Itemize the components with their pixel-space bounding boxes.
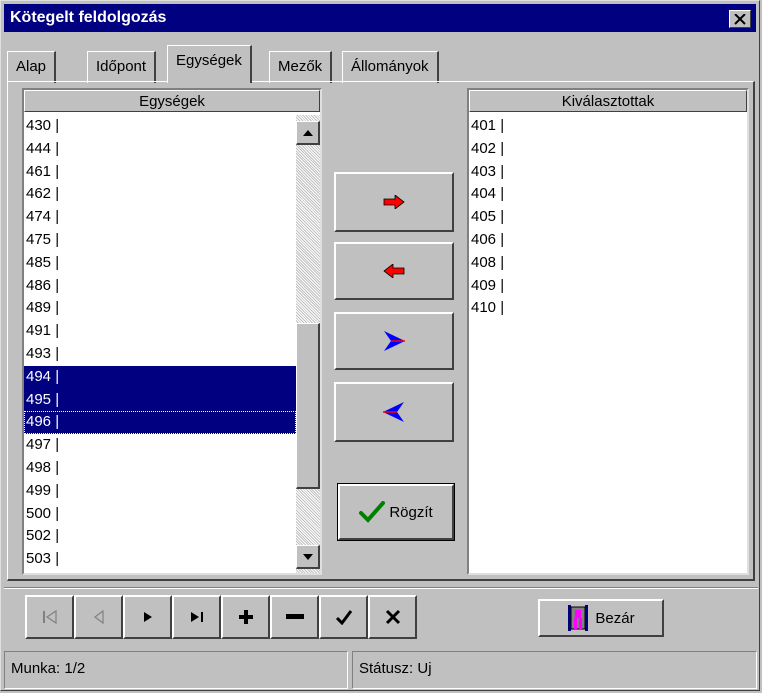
list-item[interactable]: 474 |	[24, 206, 296, 229]
arrow-right-red-icon	[383, 195, 405, 209]
vertical-scrollbar[interactable]	[296, 115, 320, 573]
insert-record-button[interactable]	[221, 595, 270, 639]
status-work: Munka: 1/2	[4, 651, 348, 689]
list-item[interactable]: 498 |	[24, 457, 296, 480]
last-record-button[interactable]	[172, 595, 221, 639]
list-item[interactable]: 403 |	[469, 161, 745, 184]
list-item[interactable]: 404 |	[469, 183, 745, 206]
arrow-left-red-icon	[383, 264, 405, 278]
arrow-down-icon	[302, 553, 313, 560]
add-all-button[interactable]	[334, 312, 454, 370]
tab-label: Állományok	[351, 58, 429, 75]
list-item[interactable]: 401 |	[469, 115, 745, 138]
first-record-button[interactable]	[25, 595, 74, 639]
list-item[interactable]: 496 |	[24, 411, 296, 435]
list-item[interactable]: 475 |	[24, 229, 296, 252]
selected-units-list[interactable]: Kiválasztottak 401 | 402 | 403 | 404 | 405 |…	[467, 88, 749, 575]
record-navigator	[25, 595, 417, 639]
list-item[interactable]: 430 |	[24, 115, 296, 138]
list-header-kivalasztottak: Kiválasztottak	[469, 90, 747, 112]
post-icon	[335, 610, 352, 625]
tab-label: Alap	[16, 58, 47, 75]
list-item[interactable]: 444 |	[24, 138, 296, 161]
separator	[4, 587, 758, 589]
prior-record-icon	[93, 610, 104, 624]
close-button-label: Bezár	[595, 609, 635, 627]
remove-all-button[interactable]	[334, 382, 454, 442]
tab-idopont[interactable]: Időpont	[87, 51, 157, 83]
list-item[interactable]: 493 |	[24, 343, 296, 366]
list-item[interactable]: 491 |	[24, 320, 296, 343]
arrow-up-icon	[302, 129, 313, 136]
tab-label: Időpont	[96, 58, 147, 75]
window-title: Kötegelt feldolgozás	[10, 9, 167, 26]
prior-record-button[interactable]	[74, 595, 123, 639]
post-record-button[interactable]	[319, 595, 368, 639]
delete-record-button[interactable]	[270, 595, 319, 639]
status-state: Státusz: Uj	[352, 651, 757, 689]
scroll-up-button[interactable]	[296, 121, 320, 145]
insert-icon	[238, 610, 253, 624]
available-units-rows: 430 | 444 | 461 | 462 | 474 | 475 | 485 | 486 |…	[24, 115, 296, 571]
list-item[interactable]: 486 |	[24, 275, 296, 298]
scroll-down-button[interactable]	[296, 545, 320, 569]
selected-units-rows: 401 | 402 | 403 | 404 | 405 | 406 | 408 | 409 |…	[469, 115, 745, 320]
list-item[interactable]: 461 |	[24, 161, 296, 184]
cancel-icon	[385, 609, 400, 625]
next-record-button[interactable]	[123, 595, 172, 639]
close-icon	[734, 13, 746, 25]
tab-mezok[interactable]: Mezők	[269, 51, 333, 83]
first-record-icon	[42, 610, 57, 624]
list-item[interactable]: 489 |	[24, 297, 296, 320]
status-state-text: Státusz: Uj	[359, 660, 432, 677]
tab-label: Egységek	[176, 52, 242, 69]
delete-icon	[285, 614, 304, 619]
title-bar: Kötegelt feldolgozás	[4, 4, 756, 32]
remove-selected-button[interactable]	[334, 242, 454, 300]
close-button[interactable]: Bezár	[538, 599, 664, 637]
tab-allomanyok[interactable]: Állományok	[342, 51, 439, 83]
door-exit-icon	[568, 605, 589, 631]
list-item[interactable]: 405 |	[469, 206, 745, 229]
list-item[interactable]: 409 |	[469, 275, 745, 298]
list-item[interactable]: 494 |	[24, 365, 296, 389]
arrow-right-all-blue-icon	[384, 331, 405, 351]
add-selected-button[interactable]	[334, 172, 454, 232]
list-header-egysegek: Egységek	[24, 90, 320, 112]
list-item[interactable]: 499 |	[24, 480, 296, 503]
checkmark-icon	[359, 501, 386, 523]
tab-egysegek[interactable]: Egységek	[167, 45, 252, 83]
list-item[interactable]: 402 |	[469, 138, 745, 161]
list-item[interactable]: 495 |	[24, 388, 296, 412]
list-item[interactable]: 462 |	[24, 183, 296, 206]
tab-alap[interactable]: Alap	[7, 51, 57, 83]
save-button[interactable]: Rögzít	[337, 483, 455, 541]
close-window-button[interactable]	[729, 10, 751, 28]
scroll-thumb[interactable]	[296, 323, 320, 489]
cancel-record-button[interactable]	[368, 595, 417, 639]
arrow-left-all-blue-icon	[383, 402, 404, 422]
save-button-label: Rögzít	[389, 503, 433, 521]
list-item[interactable]: 502 |	[24, 525, 296, 548]
next-record-icon	[143, 612, 152, 622]
batch-processing-window: Kötegelt feldolgozás Alap Időpont Egység…	[0, 0, 760, 691]
list-item[interactable]: 406 |	[469, 229, 745, 252]
list-item[interactable]: 500 |	[24, 503, 296, 526]
list-item[interactable]: 497 |	[24, 434, 296, 457]
list-item[interactable]: 408 |	[469, 252, 745, 275]
status-work-text: Munka: 1/2	[11, 660, 86, 677]
available-units-list[interactable]: Egységek 430 | 444 | 461 | 462 | 474 | 475 | 4…	[22, 88, 322, 575]
tab-label: Mezők	[278, 58, 323, 75]
list-item[interactable]: 485 |	[24, 252, 296, 275]
last-record-icon	[190, 612, 203, 622]
tab-panel-egysegek: Egységek 430 | 444 | 461 | 462 | 474 | 475 | 4…	[7, 81, 755, 581]
list-item[interactable]: 503 |	[24, 548, 296, 571]
list-item[interactable]: 410 |	[469, 297, 745, 320]
